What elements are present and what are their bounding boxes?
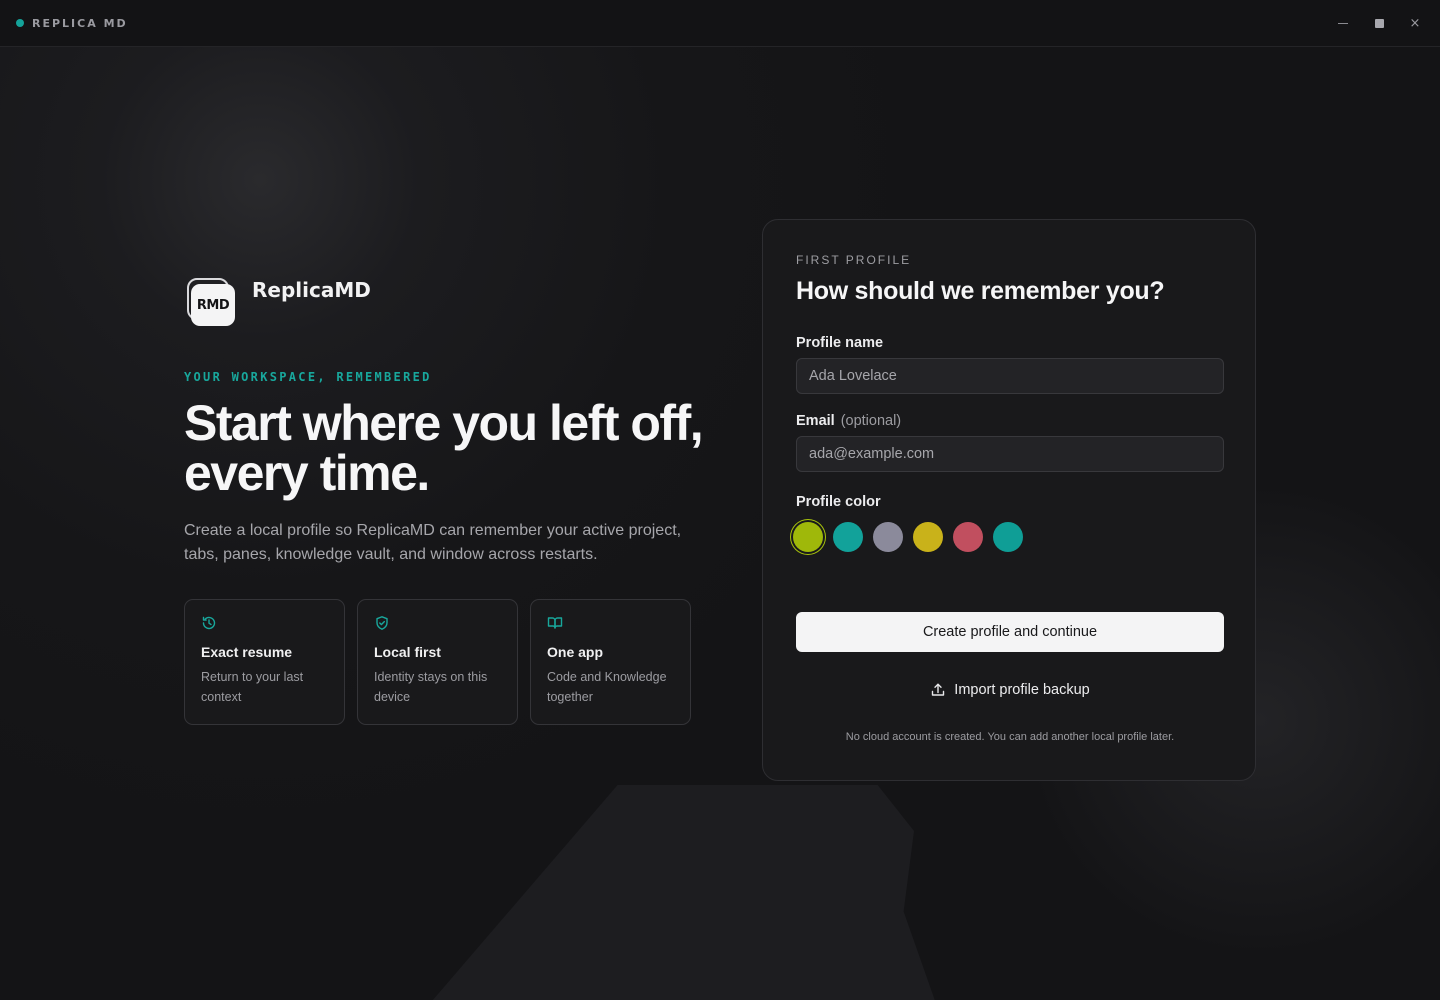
- feature-description: Identity stays on this device: [374, 670, 488, 704]
- feature-title: One app: [547, 644, 604, 660]
- hero-eyebrow: YOUR WORKSPACE, REMEMBERED: [184, 370, 432, 384]
- color-swatch[interactable]: [913, 522, 943, 552]
- app-status-dot: [16, 19, 24, 27]
- app-window: REPLICA MD × RMD ReplicaMD YOUR WORKSPAC…: [0, 0, 1440, 1000]
- feature-title: Local first: [374, 644, 441, 660]
- brand: RMD ReplicaMD: [187, 278, 371, 326]
- feature-description: Code and Knowledge together: [547, 670, 667, 704]
- profile-name-label: Profile name: [796, 335, 884, 351]
- window-controls: ×: [1336, 0, 1422, 47]
- color-swatch[interactable]: [793, 522, 823, 552]
- feature-card-exact-resume: Exact resume Return to your last context: [184, 599, 345, 725]
- email-input[interactable]: [796, 436, 1224, 472]
- profile-form-card: FIRST PROFILE How should we remember you…: [762, 219, 1256, 781]
- brand-name: ReplicaMD: [252, 278, 371, 302]
- form-title: How should we remember you?: [796, 277, 1165, 305]
- profile-color-picker: [793, 522, 1023, 552]
- window-title: REPLICA MD: [32, 16, 128, 30]
- color-swatch[interactable]: [833, 522, 863, 552]
- email-label-text: Email: [796, 413, 835, 429]
- background-shape: [420, 785, 940, 1000]
- minimize-button[interactable]: [1336, 17, 1350, 31]
- shield-check-icon: [376, 616, 388, 630]
- logo-mark: RMD: [191, 284, 235, 326]
- optional-hint: (optional): [840, 413, 902, 429]
- color-swatch[interactable]: [953, 522, 983, 552]
- close-button[interactable]: ×: [1408, 16, 1422, 31]
- email-label: Email (optional): [796, 413, 901, 429]
- color-swatch[interactable]: [993, 522, 1023, 552]
- upload-icon: [932, 683, 945, 696]
- history-icon: [202, 616, 216, 630]
- import-backup-button[interactable]: Import profile backup: [796, 678, 1224, 702]
- privacy-note: No cloud account is created. You can add…: [845, 731, 1175, 743]
- feature-list: Exact resume Return to your last context…: [184, 599, 691, 725]
- hero-headline: Start where you left off, every time.: [184, 395, 704, 501]
- import-backup-label: Import profile backup: [954, 682, 1090, 698]
- profile-name-input[interactable]: [796, 358, 1224, 394]
- minimize-icon: [1338, 23, 1348, 24]
- feature-card-local-first: Local first Identity stays on this devic…: [357, 599, 518, 725]
- feature-title: Exact resume: [201, 644, 293, 660]
- feature-description: Return to your last context: [201, 670, 304, 704]
- title-bar[interactable]: REPLICA MD ×: [0, 0, 1440, 47]
- book-open-icon: [547, 617, 563, 629]
- feature-card-one-app: One app Code and Knowledge together: [530, 599, 691, 725]
- create-profile-button[interactable]: Create profile and continue: [796, 612, 1224, 652]
- close-icon: ×: [1409, 16, 1421, 31]
- form-eyebrow: FIRST PROFILE: [796, 253, 912, 267]
- app-logo: RMD: [187, 278, 235, 326]
- hero-description: Create a local profile so ReplicaMD can …: [184, 522, 682, 563]
- profile-color-label: Profile color: [796, 494, 881, 510]
- maximize-icon: [1374, 19, 1384, 28]
- maximize-button[interactable]: [1372, 17, 1386, 31]
- color-swatch[interactable]: [873, 522, 903, 552]
